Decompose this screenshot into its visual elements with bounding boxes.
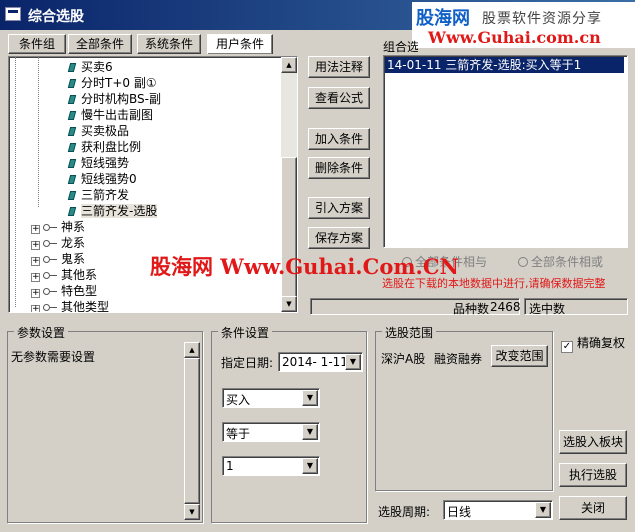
period-label: 选股周期: (378, 505, 431, 519)
tree-leaf[interactable]: 买卖极品 (67, 123, 129, 139)
count-label: 品种数 (453, 302, 490, 316)
formula-icon (67, 95, 77, 104)
tree-leaf[interactable]: 买卖6 (67, 59, 113, 75)
radio-icon[interactable] (518, 257, 528, 267)
usage-button[interactable]: 用法注释 (308, 56, 370, 78)
tree-line (38, 57, 39, 207)
tree-group[interactable]: + 龙系 (31, 235, 85, 251)
tree-leaf[interactable]: 短线强势 (67, 155, 129, 171)
checkbox-checked-icon[interactable]: ✓ (561, 341, 573, 353)
range-market: 深沪A股 (381, 352, 426, 366)
tree-group[interactable]: + 特色型 (31, 283, 97, 299)
scroll-down-icon[interactable]: ▼ (281, 296, 297, 312)
count-value: 2468 (490, 300, 521, 314)
import-plan-button[interactable]: 引入方案 (308, 197, 370, 219)
chevron-down-icon[interactable]: ▼ (535, 502, 551, 518)
tree-leaf[interactable]: 分时T+0 副① (67, 75, 157, 91)
view-formula-button[interactable]: 查看公式 (308, 87, 370, 109)
tree-group[interactable]: + 其他类型 (31, 299, 109, 312)
close-button[interactable]: 关闭 (559, 496, 627, 520)
tree-leaf[interactable]: 短线强势0 (67, 171, 137, 187)
chevron-down-icon[interactable]: ▼ (302, 390, 318, 406)
key-icon (43, 240, 57, 247)
chevron-down-icon[interactable]: ▼ (345, 354, 361, 370)
expand-icon[interactable]: + (31, 289, 40, 298)
expand-icon[interactable]: + (31, 273, 40, 282)
save-plan-button[interactable]: 保存方案 (308, 227, 370, 249)
data-notice: 选股在下载的本地数据中进行,请确保数据完整 (382, 277, 606, 290)
tab-user-conditions[interactable]: 用户条件 (207, 34, 273, 54)
tree-group[interactable]: + 鬼系 (31, 251, 85, 267)
combo-list[interactable]: 14-01-11 三箭齐发-选股:买入等于1 (383, 55, 628, 248)
window-title: 综合选股 (28, 9, 84, 25)
date-picker[interactable]: 2014- 1-11 ▼ (278, 352, 363, 372)
key-icon (43, 272, 57, 279)
tab-condition-group[interactable]: 条件组 (8, 34, 66, 54)
expand-icon[interactable]: + (31, 225, 40, 234)
params-scrollbar[interactable]: ▲ ▼ (184, 342, 200, 520)
condition-title: 条件设置 (218, 324, 273, 341)
date-label: 指定日期: (221, 356, 274, 370)
scroll-down-icon[interactable]: ▼ (184, 504, 200, 520)
value-select[interactable]: 1 ▼ (222, 456, 320, 476)
watermark-logo: 股海网 (416, 8, 470, 29)
params-title: 参数设置 (14, 324, 69, 341)
scroll-up-icon[interactable]: ▲ (184, 342, 200, 358)
expand-icon[interactable]: + (31, 305, 40, 312)
action-select[interactable]: 买入 ▼ (222, 388, 320, 408)
expand-icon[interactable]: + (31, 257, 40, 266)
add-condition-button[interactable]: 加入条件 (308, 128, 370, 150)
change-range-button[interactable]: 改变范围 (491, 345, 548, 367)
radio-all-or[interactable]: 全部条件相或 (518, 253, 603, 270)
selected-label: 选中数 (529, 302, 566, 316)
tree-line (15, 57, 16, 307)
formula-icon (67, 111, 77, 120)
period-select[interactable]: 日线 ▼ (443, 500, 553, 520)
tree-leaf[interactable]: 获利盘比例 (67, 139, 141, 155)
delete-condition-button[interactable]: 删除条件 (308, 157, 370, 179)
watermark-url: Www.Guhai.com.cn (428, 28, 601, 47)
tree-leaf[interactable]: 慢牛出击副图 (67, 107, 153, 123)
watermark-slogan: 股票软件资源分享 (482, 11, 602, 27)
tree-group[interactable]: + 其他系 (31, 267, 97, 283)
combo-list-item[interactable]: 14-01-11 三箭齐发-选股:买入等于1 (385, 57, 624, 73)
formula-icon (67, 191, 77, 200)
formula-icon (67, 79, 77, 88)
formula-icon (67, 63, 77, 72)
tree-leaf[interactable]: 分时机构BS-副 (67, 91, 161, 107)
tree-leaf[interactable]: 三箭齐发 (67, 187, 129, 203)
operator-select[interactable]: 等于 ▼ (222, 422, 320, 442)
exact-restore-checkbox[interactable]: ✓ 精确复权 (561, 334, 625, 353)
formula-icon (67, 143, 77, 152)
expand-icon[interactable]: + (31, 241, 40, 250)
tree-group[interactable]: + 神系 (31, 219, 85, 235)
formula-icon (67, 127, 77, 136)
params-text: 无参数需要设置 (11, 350, 96, 364)
tab-system-conditions[interactable]: 系统条件 (137, 34, 201, 54)
range-margin: 融资融券 (434, 352, 483, 366)
key-icon (43, 304, 57, 311)
chevron-down-icon[interactable]: ▼ (302, 458, 318, 474)
key-icon (43, 256, 57, 263)
key-icon (43, 288, 57, 295)
execute-button[interactable]: 执行选股 (559, 463, 627, 487)
scroll-thumb[interactable] (184, 358, 200, 504)
formula-icon (67, 159, 77, 168)
scroll-up-icon[interactable]: ▲ (281, 57, 297, 73)
to-block-button[interactable]: 选股入板块 (559, 430, 627, 454)
formula-icon (67, 207, 77, 216)
chevron-down-icon[interactable]: ▼ (302, 424, 318, 440)
formula-icon (67, 175, 77, 184)
tab-all-conditions[interactable]: 全部条件 (68, 34, 132, 54)
combo-title: 组合选股条件 (383, 40, 418, 54)
app-icon (5, 7, 21, 21)
tree-leaf-selected[interactable]: 三箭齐发-选股 (67, 203, 158, 219)
watermark-banner: 股海网 股票软件资源分享 Www.Guhai.com.cn (412, 2, 635, 48)
key-icon (43, 224, 57, 231)
range-title: 选股范围 (382, 324, 437, 341)
